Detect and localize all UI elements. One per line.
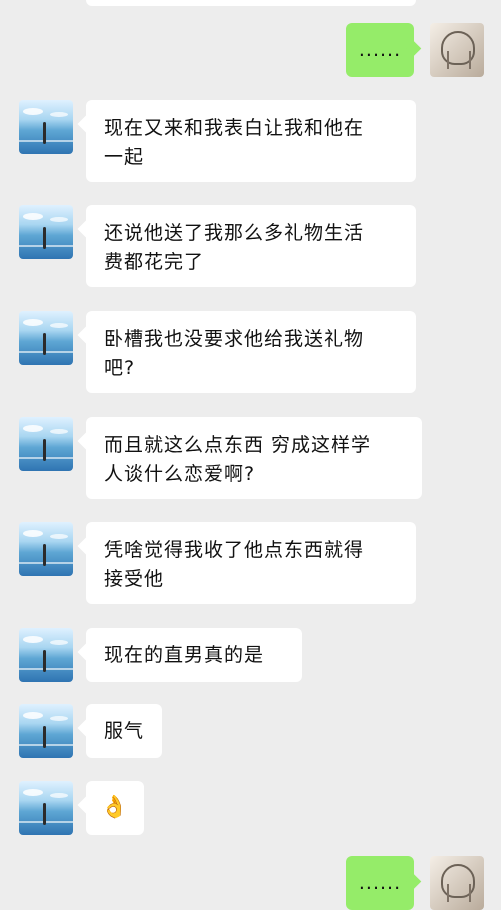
user-avatar[interactable]	[430, 23, 484, 77]
sea-avatar-icon	[19, 704, 73, 758]
received-message-bubble[interactable]: 现在又来和我表白让我和他在 一起	[86, 100, 416, 182]
sketch-avatar-icon	[430, 23, 484, 77]
sea-avatar-icon	[19, 781, 73, 835]
received-message-bubble[interactable]: 凭啥觉得我收了他点东西就得 接受他	[86, 522, 416, 604]
received-message-bubble[interactable]: 而且就这么点东西 穷成这样学 人谈什么恋爱啊?	[86, 417, 422, 499]
sent-message-bubble[interactable]: ......	[346, 856, 414, 910]
sea-avatar-icon	[19, 311, 73, 365]
contact-avatar[interactable]	[19, 311, 73, 365]
received-message-bubble[interactable]: 服气	[86, 704, 162, 758]
ok-hand-emoji-message[interactable]: 👌	[86, 781, 144, 835]
sea-avatar-icon	[19, 628, 73, 682]
contact-avatar[interactable]	[19, 205, 73, 259]
contact-avatar[interactable]	[19, 100, 73, 154]
partial-message-bubble	[86, 0, 416, 6]
sent-message-bubble[interactable]: ......	[346, 23, 414, 77]
contact-avatar[interactable]	[19, 522, 73, 576]
sea-avatar-icon	[19, 417, 73, 471]
contact-avatar[interactable]	[19, 781, 73, 835]
received-message-bubble[interactable]: 卧槽我也没要求他给我送礼物 吧?	[86, 311, 416, 393]
sketch-avatar-icon	[430, 856, 484, 910]
sea-avatar-icon	[19, 100, 73, 154]
received-message-bubble[interactable]: 现在的直男真的是	[86, 628, 302, 682]
received-message-bubble[interactable]: 还说他送了我那么多礼物生活 费都花完了	[86, 205, 416, 287]
sea-avatar-icon	[19, 522, 73, 576]
contact-avatar[interactable]	[19, 628, 73, 682]
chat-window: ...... 现在又来和我表白让我和他在 一起 还说他送了我那么多礼物生活 费都…	[0, 0, 501, 910]
sea-avatar-icon	[19, 205, 73, 259]
contact-avatar[interactable]	[19, 417, 73, 471]
user-avatar[interactable]	[430, 856, 484, 910]
contact-avatar[interactable]	[19, 704, 73, 758]
